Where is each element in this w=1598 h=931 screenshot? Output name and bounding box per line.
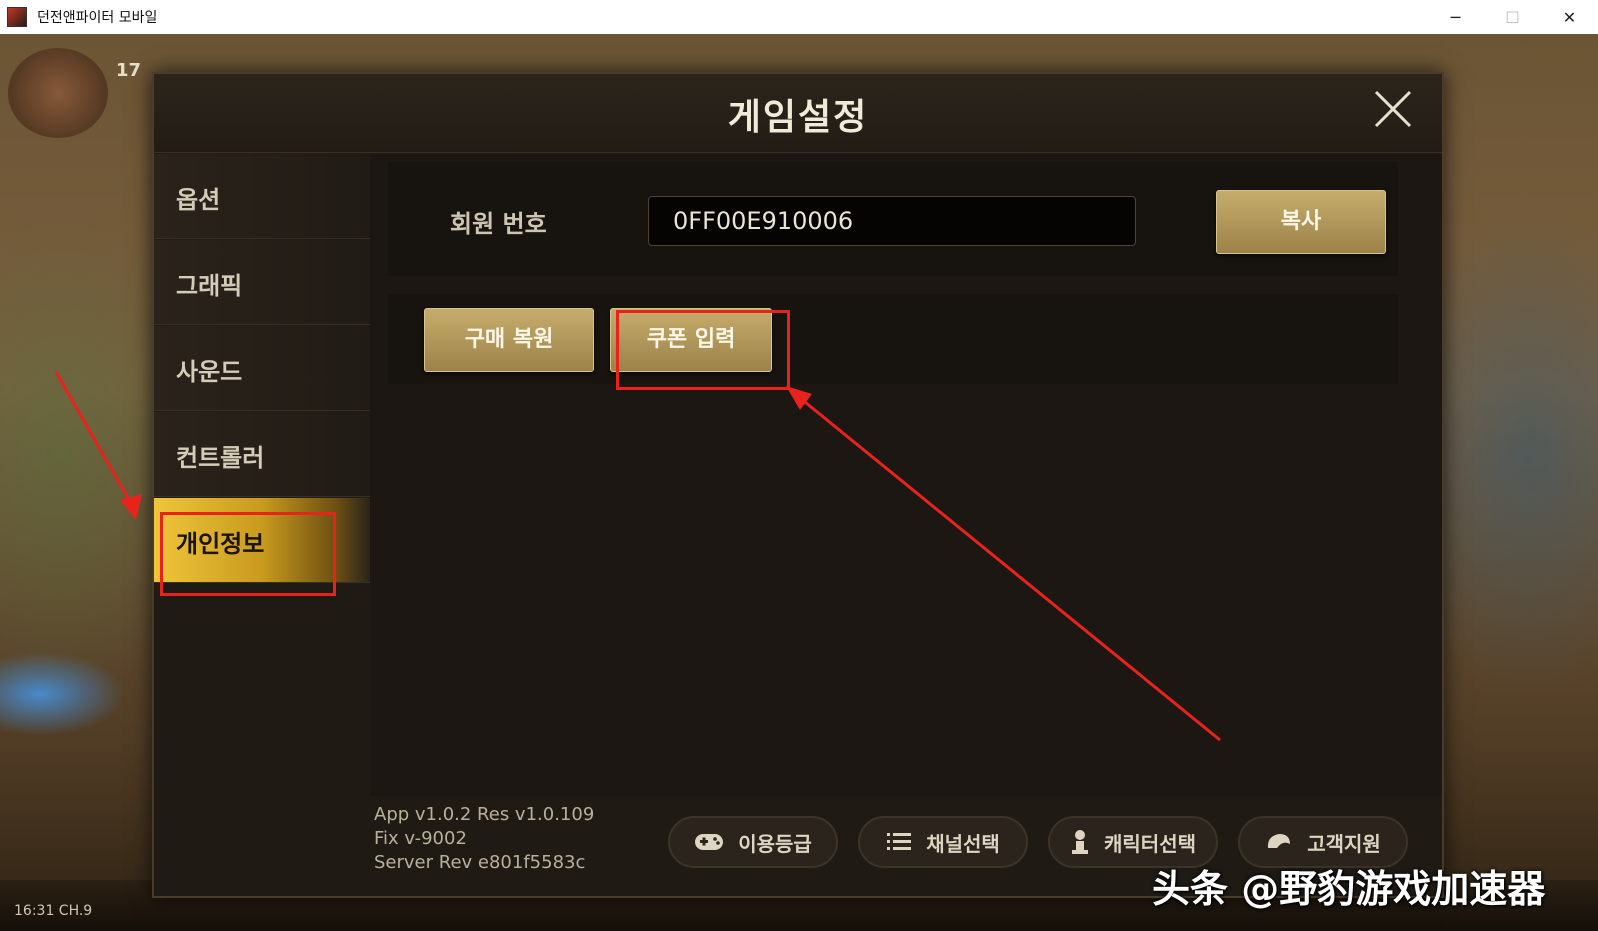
- sidebar-item-label: 컨트롤러: [176, 444, 265, 472]
- minimize-button[interactable]: ─: [1427, 0, 1484, 34]
- character-select-label: 캐릭터선택: [1104, 831, 1196, 856]
- hud-time-channel: 16:31 CH.9: [14, 903, 93, 919]
- highlight-coupon-box: [616, 310, 790, 390]
- close-icon: [1374, 90, 1412, 128]
- channel-select-button[interactable]: 채널선택: [858, 816, 1028, 868]
- dialog-close-button[interactable]: [1372, 88, 1414, 130]
- rating-button[interactable]: 이용등급: [668, 816, 838, 868]
- character-portrait: [8, 48, 108, 138]
- settings-dialog: 게임설정 옵션 그래픽 사운드 컨트롤러 개인정보 회원 번호 0FF00E91…: [152, 72, 1444, 898]
- sidebar-item-controller[interactable]: 컨트롤러: [154, 412, 370, 497]
- copy-button[interactable]: 복사: [1216, 190, 1386, 254]
- window-title: 던전앤파이터 모바일: [37, 10, 158, 26]
- customer-support-label: 고객지원: [1307, 831, 1381, 856]
- character-icon: [1072, 830, 1088, 854]
- app-version: App v1.0.2 Res v1.0.109: [374, 804, 595, 825]
- watermark: 头条 @野豹游戏加速器: [1152, 867, 1546, 911]
- character-level: 17: [116, 60, 142, 81]
- fix-version: Fix v-9002: [374, 828, 467, 849]
- support-icon: [1268, 834, 1291, 848]
- dialog-title: 게임설정: [727, 97, 869, 138]
- sidebar-item-sound[interactable]: 사운드: [154, 326, 370, 411]
- channel-select-label: 채널선택: [926, 831, 1000, 856]
- rating-label: 이용등급: [738, 831, 812, 856]
- sidebar-item-label: 사운드: [176, 358, 243, 386]
- sidebar-item-options[interactable]: 옵션: [154, 154, 370, 239]
- sidebar-item-graphics[interactable]: 그래픽: [154, 240, 370, 325]
- window-close-button[interactable]: ✕: [1541, 0, 1598, 34]
- purchase-actions-row: 구매 복원 쿠폰 입력: [388, 294, 1398, 384]
- member-number-field[interactable]: 0FF00E910006: [648, 196, 1136, 246]
- dialog-header: 게임설정: [154, 74, 1442, 153]
- sidebar-item-label: 그래픽: [176, 272, 243, 300]
- restore-purchase-button[interactable]: 구매 복원: [424, 308, 594, 372]
- server-revision: Server Rev e801f5583c: [374, 852, 586, 873]
- sidebar-item-label: 옵션: [176, 186, 221, 214]
- maximize-button[interactable]: ☐: [1484, 0, 1541, 34]
- gamepad-icon: [695, 834, 724, 850]
- app-icon: [7, 7, 27, 27]
- window-controls: ─ ☐ ✕: [1427, 0, 1598, 34]
- member-number-row: 회원 번호 0FF00E910006 복사: [388, 162, 1398, 276]
- highlight-privacy-box: [160, 512, 336, 596]
- list-icon: [887, 833, 912, 850]
- window-titlebar: 던전앤파이터 모바일 ─ ☐ ✕: [0, 0, 1598, 34]
- member-number-label: 회원 번호: [450, 210, 547, 238]
- settings-content: 회원 번호 0FF00E910006 복사 구매 복원 쿠폰 입력: [370, 154, 1442, 796]
